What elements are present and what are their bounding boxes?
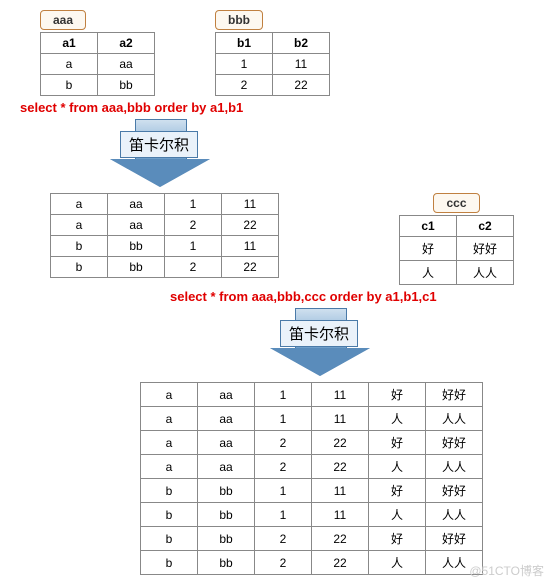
cartesian-arrow-2: 笛卡尔积: [260, 308, 380, 378]
table-ccc: c1 c2 好好好 人人人: [399, 215, 514, 285]
col-header: a1: [41, 33, 98, 54]
table-row: bbb111: [51, 236, 279, 257]
table-bbb-block: bbb b1 b2 111 222: [215, 10, 330, 96]
arrow-label: 笛卡尔积: [280, 320, 358, 347]
table-ccc-label: ccc: [433, 193, 479, 213]
table-row: aaa222: [51, 215, 279, 236]
sql-statement-2: select * from aaa,bbb,ccc order by a1,b1…: [170, 289, 544, 304]
col-header: a2: [98, 33, 155, 54]
col-header: b2: [273, 33, 330, 54]
sql-statement-1: select * from aaa,bbb order by a1,b1: [20, 100, 544, 115]
cartesian-arrow-1: 笛卡尔积: [100, 119, 220, 189]
table-row: 人人人: [400, 261, 514, 285]
col-header: b1: [216, 33, 273, 54]
table-row: 222: [216, 75, 330, 96]
table-row: aaa111好好好: [141, 383, 483, 407]
result-table-2: aaa111好好好 aaa111人人人 aaa222好好好 aaa222人人人 …: [140, 382, 483, 575]
table-row: 好好好: [400, 237, 514, 261]
table-row: bbb222好好好: [141, 527, 483, 551]
col-header: c1: [400, 216, 457, 237]
table-row: 111: [216, 54, 330, 75]
result-table-1: aaa111 aaa222 bbb111 bbb222: [50, 193, 279, 278]
table-row: aaa: [41, 54, 155, 75]
watermark: @51CTO博客: [469, 562, 544, 579]
table-row: bbb111人人人: [141, 503, 483, 527]
table-aaa-block: aaa a1 a2 aaa bbb: [40, 10, 155, 96]
table-ccc-block: ccc c1 c2 好好好 人人人: [399, 193, 514, 285]
col-header: c2: [457, 216, 514, 237]
table-row: bbb111好好好: [141, 479, 483, 503]
table-row: bbb222: [51, 257, 279, 278]
table-row: aaa111: [51, 194, 279, 215]
table-row: aaa111人人人: [141, 407, 483, 431]
table-row: bbb222人人人: [141, 551, 483, 575]
table-row: bbb: [41, 75, 155, 96]
table-aaa-label: aaa: [40, 10, 86, 30]
arrow-label: 笛卡尔积: [120, 131, 198, 158]
table-row: aaa222好好好: [141, 431, 483, 455]
table-row: aaa222人人人: [141, 455, 483, 479]
table-aaa: a1 a2 aaa bbb: [40, 32, 155, 96]
table-bbb: b1 b2 111 222: [215, 32, 330, 96]
table-bbb-label: bbb: [215, 10, 263, 30]
